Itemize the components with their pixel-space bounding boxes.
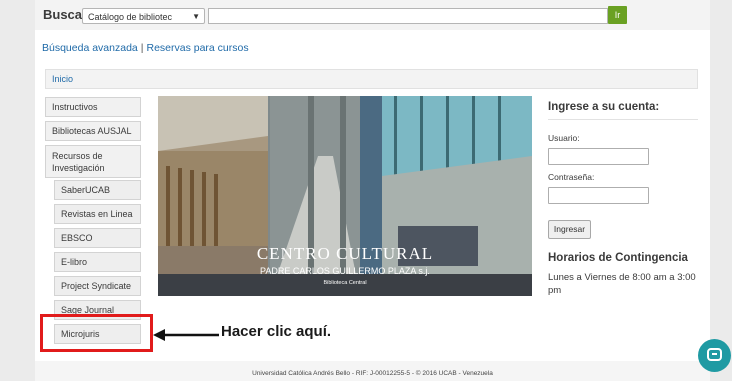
chat-icon (707, 348, 722, 361)
password-input[interactable] (548, 187, 649, 204)
sidebar-item-recursos-investigacion[interactable]: Recursos de Investigación (45, 145, 141, 178)
chat-button[interactable] (698, 339, 731, 372)
username-input[interactable] (548, 148, 649, 165)
password-label: Contraseña: (548, 172, 595, 182)
sidebar-item-project-syndicate[interactable]: Project Syndicate (54, 276, 141, 296)
footer-text: Universidad Católica Andrés Bello - RIF:… (252, 370, 493, 377)
sidebar-item-label: Recursos de Investigación (52, 151, 105, 173)
sidebar-item-label: Project Syndicate (61, 281, 132, 291)
search-go-button[interactable]: Ir (608, 6, 627, 24)
course-reserves-link[interactable]: Reservas para cursos (146, 42, 248, 54)
arrow-left-icon (153, 329, 219, 341)
sidebar-item-instructivos[interactable]: Instructivos (45, 97, 141, 117)
sidebar-item-label: Instructivos (52, 102, 98, 112)
sidebar-item-label: EBSCO (61, 233, 93, 243)
hero-title: CENTRO CULTURAL (256, 244, 434, 263)
hours-title: Horarios de Contingencia (548, 252, 688, 264)
advanced-search-link[interactable]: Búsqueda avanzada (42, 42, 138, 54)
sidebar-item-bibliotecas-ausjal[interactable]: Bibliotecas AUSJAL (45, 121, 141, 141)
search-label: Buscar (43, 7, 88, 22)
catalog-select-value: Catálogo de bibliotec (88, 12, 173, 22)
quick-links: Búsqueda avanzada | Reservas para cursos (42, 42, 249, 54)
username-label: Usuario: (548, 133, 580, 143)
sidebar-item-label: Bibliotecas AUSJAL (52, 126, 132, 136)
sidebar-item-saberucab[interactable]: SaberUCAB (54, 180, 141, 200)
annotation-callout: Hacer clic aquí. (221, 323, 332, 340)
sidebar-item-revistas-en-linea[interactable]: Revistas en Linea (54, 204, 141, 224)
chevron-down-icon: ▼ (192, 12, 200, 21)
login-button[interactable]: Ingresar (548, 220, 591, 239)
breadcrumb-home-link[interactable]: Inicio (52, 74, 73, 84)
sidebar-item-label: Revistas en Linea (61, 209, 133, 219)
hero-caption: Biblioteca Central (323, 280, 367, 286)
sidebar-item-ebsco[interactable]: EBSCO (54, 228, 141, 248)
search-input[interactable] (208, 8, 608, 24)
sidebar-item-label: SaberUCAB (61, 185, 111, 195)
search-bar: Buscar Catálogo de bibliotec ▼ Ir (35, 0, 710, 30)
hours-text: Lunes a Viernes de 8:00 am a 3:00 pm (548, 272, 696, 296)
catalog-select[interactable]: Catálogo de bibliotec ▼ (82, 8, 205, 24)
microjuris-highlight-box (40, 314, 153, 352)
sidebar-item-e-libro[interactable]: E-libro (54, 252, 141, 272)
sidebar-item-label: E-libro (61, 257, 88, 267)
login-divider (548, 119, 698, 120)
hero-subtitle: PADRE CARLOS GUILLERMO PLAZA s.j. (260, 266, 430, 276)
login-title: Ingrese a su cuenta: (548, 101, 660, 113)
breadcrumb: Inicio (45, 69, 698, 89)
